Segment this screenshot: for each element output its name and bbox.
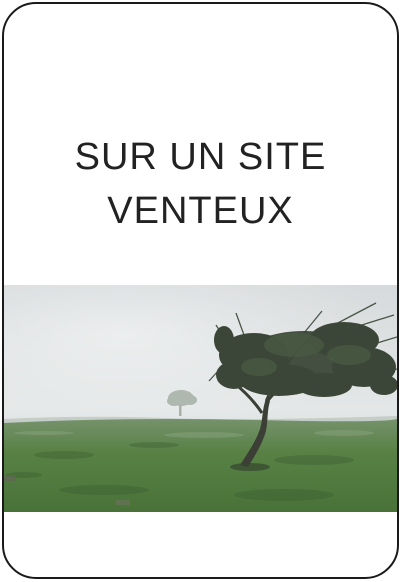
card-title-line-1: SUR UN SITE <box>74 136 327 178</box>
windswept-tree-photo <box>4 285 397 512</box>
card-title-line-2: VENTEUX <box>107 190 294 232</box>
card-title: SUR UN SITE VENTEUX <box>4 130 397 238</box>
card: SUR UN SITE VENTEUX <box>2 2 399 579</box>
card-photo <box>4 285 397 512</box>
